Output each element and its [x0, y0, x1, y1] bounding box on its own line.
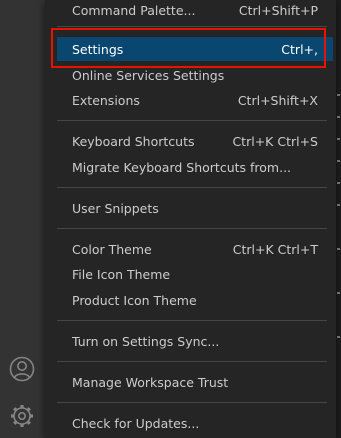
menu-item-shortcut: Ctrl+K Ctrl+T — [232, 241, 318, 257]
manage-gear-icon[interactable] — [8, 402, 36, 430]
menu-item-label: Manage Workspace Trust — [72, 374, 229, 390]
account-icon[interactable] — [8, 355, 36, 383]
menu-item-color-theme[interactable]: Color Theme Ctrl+K Ctrl+T — [57, 237, 333, 261]
menu-separator — [57, 320, 327, 321]
menu-item-label: Check for Updates... — [72, 415, 200, 431]
menu-item-file-icon-theme[interactable]: File Icon Theme — [57, 262, 333, 286]
menu-item-migrate-keyboard-shortcuts[interactable]: Migrate Keyboard Shortcuts from... — [57, 155, 333, 179]
menu-item-label: Keyboard Shortcuts — [72, 133, 195, 149]
menu-item-label: Product Icon Theme — [72, 292, 197, 308]
menu-item-label: Migrate Keyboard Shortcuts from... — [72, 159, 292, 175]
activity-bar — [0, 0, 45, 438]
menu-separator — [57, 120, 327, 121]
menu-item-label: Extensions — [72, 92, 140, 108]
menu-separator — [57, 26, 327, 27]
menu-separator — [57, 228, 327, 229]
menu-item-label: Online Services Settings — [72, 67, 225, 83]
menu-item-turn-on-settings-sync[interactable]: Turn on Settings Sync... — [57, 329, 333, 353]
menu-item-label: Command Palette... — [72, 2, 196, 18]
menu-item-label: File Icon Theme — [72, 266, 171, 282]
menu-item-label: Color Theme — [72, 241, 152, 257]
menu-separator — [57, 187, 327, 188]
menu-item-extensions[interactable]: Extensions Ctrl+Shift+X — [57, 88, 333, 112]
menu-item-product-icon-theme[interactable]: Product Icon Theme — [57, 288, 333, 312]
menu-item-keyboard-shortcuts[interactable]: Keyboard Shortcuts Ctrl+K Ctrl+S — [57, 129, 333, 153]
menu-item-user-snippets[interactable]: User Snippets — [57, 196, 333, 220]
menu-item-label: User Snippets — [72, 200, 159, 216]
menu-item-shortcut: Ctrl+K Ctrl+S — [232, 133, 318, 149]
menu-separator — [57, 402, 327, 403]
menu-item-label: Turn on Settings Sync... — [72, 333, 220, 349]
menu-item-shortcut: Ctrl+Shift+X — [237, 92, 318, 108]
menu-item-shortcut: Ctrl+Shift+P — [238, 2, 318, 18]
menu-item-manage-workspace-trust[interactable]: Manage Workspace Trust — [57, 370, 333, 394]
menu-item-check-for-updates[interactable]: Check for Updates... — [57, 411, 333, 435]
settings-highlight-outline — [51, 28, 326, 68]
editor-edge — [336, 0, 341, 438]
menu-item-command-palette[interactable]: Command Palette... Ctrl+Shift+P — [57, 0, 333, 22]
menu-separator — [57, 361, 327, 362]
